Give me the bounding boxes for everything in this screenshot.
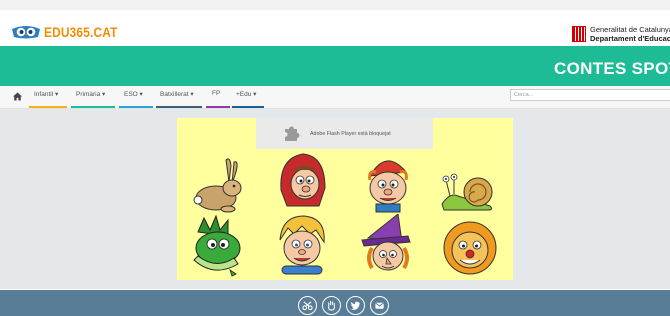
nav-item-infantil[interactable]: Infantil ▾ [29, 90, 67, 108]
owl-icon [11, 25, 41, 39]
edu365-logo[interactable]: EDU365.CAT [11, 21, 131, 43]
logo-text: EDU365.CAT [44, 24, 118, 40]
nav-item-edu[interactable]: +Edu ▾ [232, 90, 264, 108]
nav-item-batxillerat[interactable]: Batxillerat ▾ [156, 90, 202, 108]
top-strip [0, 0, 670, 10]
home-icon[interactable] [13, 92, 22, 101]
snail-character[interactable] [438, 152, 498, 216]
mail-icon[interactable] [370, 296, 389, 315]
dragon-character[interactable] [188, 214, 248, 278]
gencat-logo[interactable]: Generalitat de Catalunya Departament d'E… [572, 25, 670, 43]
flash-blocked-notice[interactable]: Adobe Flash Player està bloquejat [256, 118, 433, 149]
rabbit-character[interactable] [190, 154, 250, 218]
witch-character[interactable] [358, 214, 418, 278]
title-banner: CONTES SPOT [0, 46, 670, 86]
search-input[interactable]: Cerca... [510, 89, 670, 101]
blond-boy-character[interactable] [272, 212, 332, 276]
nav-item-fp[interactable]: FP [206, 90, 230, 108]
twitter-icon[interactable] [346, 296, 365, 315]
puzzle-piece-icon [285, 126, 300, 141]
flash-message: Adobe Flash Player està bloquejat [310, 131, 391, 137]
gnome-boy-character[interactable] [358, 150, 418, 214]
nav-item-eso[interactable]: ESO ▾ [119, 90, 153, 108]
site-header: EDU365.CAT Generalitat de Catalunya Depa… [0, 10, 670, 46]
lion-character[interactable] [440, 214, 500, 278]
scissors-icon[interactable] [298, 296, 317, 315]
nav-item-primaria[interactable]: Primària ▾ [71, 90, 115, 108]
page-title: CONTES SPOT [554, 59, 670, 78]
red-riding-hood-character[interactable] [273, 150, 333, 214]
senyera-icon [572, 26, 586, 42]
gencat-line2: Departament d'Educació [590, 33, 670, 43]
hand-icon[interactable] [322, 296, 341, 315]
